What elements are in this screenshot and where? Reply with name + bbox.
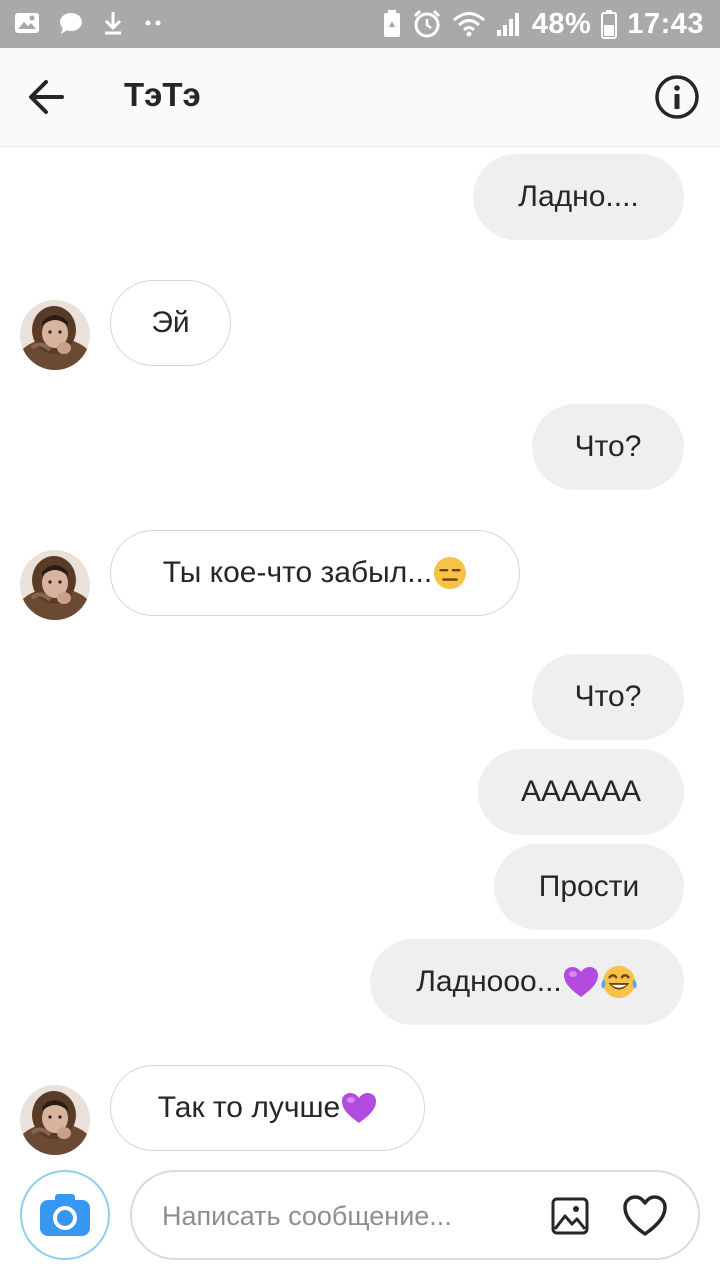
- camera-icon: [40, 1194, 90, 1236]
- outgoing-message[interactable]: АААААА: [478, 749, 684, 835]
- info-icon: [655, 75, 699, 119]
- avatar[interactable]: [20, 300, 90, 370]
- purple-heart-emoji: [341, 1092, 377, 1124]
- battery-percent: 48%: [531, 7, 592, 40]
- more-dots-icon: [142, 11, 164, 35]
- outgoing-message[interactable]: Прости: [494, 844, 684, 930]
- outgoing-message[interactable]: Ладно....: [473, 154, 684, 240]
- tears-of-joy-emoji: [600, 964, 638, 1000]
- wifi-icon: [452, 10, 486, 38]
- clock: 17:43: [627, 7, 704, 40]
- incoming-message[interactable]: Эй: [110, 280, 231, 366]
- message-text: Что?: [574, 430, 642, 463]
- heart-icon: [623, 1195, 667, 1236]
- avatar[interactable]: [20, 550, 90, 620]
- status-bar: 48% 17:43: [0, 0, 720, 48]
- chat-header: ТэТэ: [0, 48, 720, 147]
- outgoing-message[interactable]: Ладнооо...: [370, 939, 684, 1025]
- message-composer: [130, 1170, 700, 1260]
- message-text: Прости: [538, 870, 640, 903]
- signal-icon: [496, 10, 522, 38]
- message-text: Ты кое-что забыл...: [162, 556, 433, 589]
- message-text: АААААА: [520, 775, 642, 808]
- gallery-button[interactable]: [550, 1196, 590, 1236]
- chat-bubble-icon: [58, 11, 84, 35]
- avatar[interactable]: [20, 1085, 90, 1155]
- outgoing-message[interactable]: Что?: [532, 404, 684, 490]
- expressionless-face-emoji: [433, 556, 467, 590]
- message-text: Эй: [151, 306, 190, 339]
- battery-saver-icon: [382, 9, 402, 39]
- gallery-icon: [551, 1197, 589, 1235]
- incoming-message[interactable]: Так то лучше: [110, 1065, 425, 1151]
- chat-title[interactable]: ТэТэ: [124, 76, 201, 114]
- message-text: Ладнооо...: [416, 965, 562, 998]
- arrow-left-icon: [29, 80, 64, 114]
- incoming-message[interactable]: Ты кое-что забыл...: [110, 530, 520, 616]
- message-text: Ладно....: [518, 180, 639, 213]
- message-input[interactable]: [162, 1194, 522, 1238]
- gallery-icon: [14, 11, 40, 35]
- like-button[interactable]: [622, 1194, 668, 1238]
- message-text: Что?: [574, 680, 642, 713]
- outgoing-message[interactable]: Что?: [532, 654, 684, 740]
- download-icon: [102, 10, 124, 36]
- alarm-icon: [412, 9, 442, 39]
- camera-button[interactable]: [20, 1170, 110, 1260]
- info-button[interactable]: [654, 74, 700, 120]
- back-button[interactable]: [22, 74, 72, 120]
- message-text: Так то лучше: [157, 1091, 341, 1124]
- battery-icon: [601, 9, 618, 39]
- purple-heart-emoji: [563, 966, 599, 998]
